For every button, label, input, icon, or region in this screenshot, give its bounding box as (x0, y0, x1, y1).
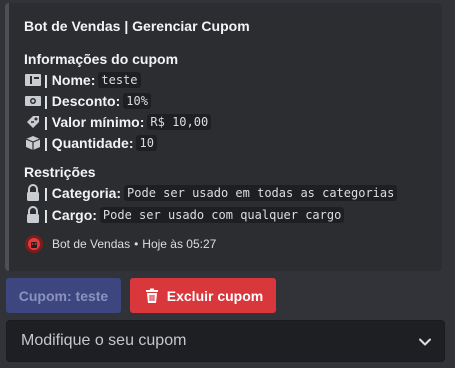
footer-separator: • (134, 237, 139, 251)
restriction-role: | Cargo: Pode ser usado com qualquer car… (24, 206, 345, 224)
select-placeholder: Modifique o seu cupom (21, 332, 187, 349)
field-min-value: | Valor mínimo: R$ 10,00 (24, 113, 212, 131)
footer-author: Bot de Vendas (52, 237, 131, 251)
field-label: | Quantidade: (44, 135, 134, 151)
field-quantity: | Quantidade: 10 (24, 134, 157, 152)
restriction-value: Pode ser usado em todas as categorias (124, 185, 398, 201)
lock-icon (24, 184, 42, 202)
embed-footer: Bot de Vendas • Hoje às 05:27 (24, 234, 216, 254)
restriction-value: Pode ser usado com qualquer cargo (99, 207, 345, 223)
modify-coupon-select[interactable]: Modifique o seu cupom (6, 320, 445, 362)
money-icon (24, 92, 42, 110)
restrictions-section-title: Restrições (24, 164, 96, 180)
chevron-down-icon (418, 335, 432, 349)
field-discount: | Desconto: 10% (24, 92, 151, 110)
field-value: 10% (123, 93, 151, 109)
delete-coupon-button[interactable]: Excluir cupom (130, 278, 276, 313)
bot-avatar-icon (24, 234, 44, 254)
restriction-label: | Cargo: (44, 207, 97, 223)
package-icon (24, 134, 42, 152)
field-label: | Desconto: (44, 93, 121, 109)
info-section-title: Informações do cupom (24, 51, 179, 67)
restriction-category: | Categoria: Pode ser usado em todas as … (24, 184, 398, 202)
field-name: | Nome: teste (24, 71, 141, 89)
field-label: | Nome: (44, 72, 96, 88)
delete-coupon-button-label: Excluir cupom (166, 287, 264, 304)
trash-icon (143, 287, 161, 305)
coupon-name-button[interactable]: Cupom: teste (6, 278, 121, 313)
ticket-icon (24, 71, 42, 89)
field-value: 10 (136, 135, 157, 151)
lock-icon (24, 206, 42, 224)
field-label: | Valor mínimo: (44, 114, 145, 130)
field-value: teste (98, 72, 141, 88)
price-tag-icon (24, 113, 42, 131)
footer-timestamp: Hoje às 05:27 (142, 237, 217, 251)
field-value: R$ 10,00 (147, 114, 212, 130)
coupon-embed: Bot de Vendas | Gerenciar Cupom Informaç… (5, 3, 442, 271)
restriction-label: | Categoria: (44, 185, 122, 201)
coupon-name-button-label: Cupom: teste (18, 287, 109, 304)
embed-title: Bot de Vendas | Gerenciar Cupom (24, 18, 250, 34)
